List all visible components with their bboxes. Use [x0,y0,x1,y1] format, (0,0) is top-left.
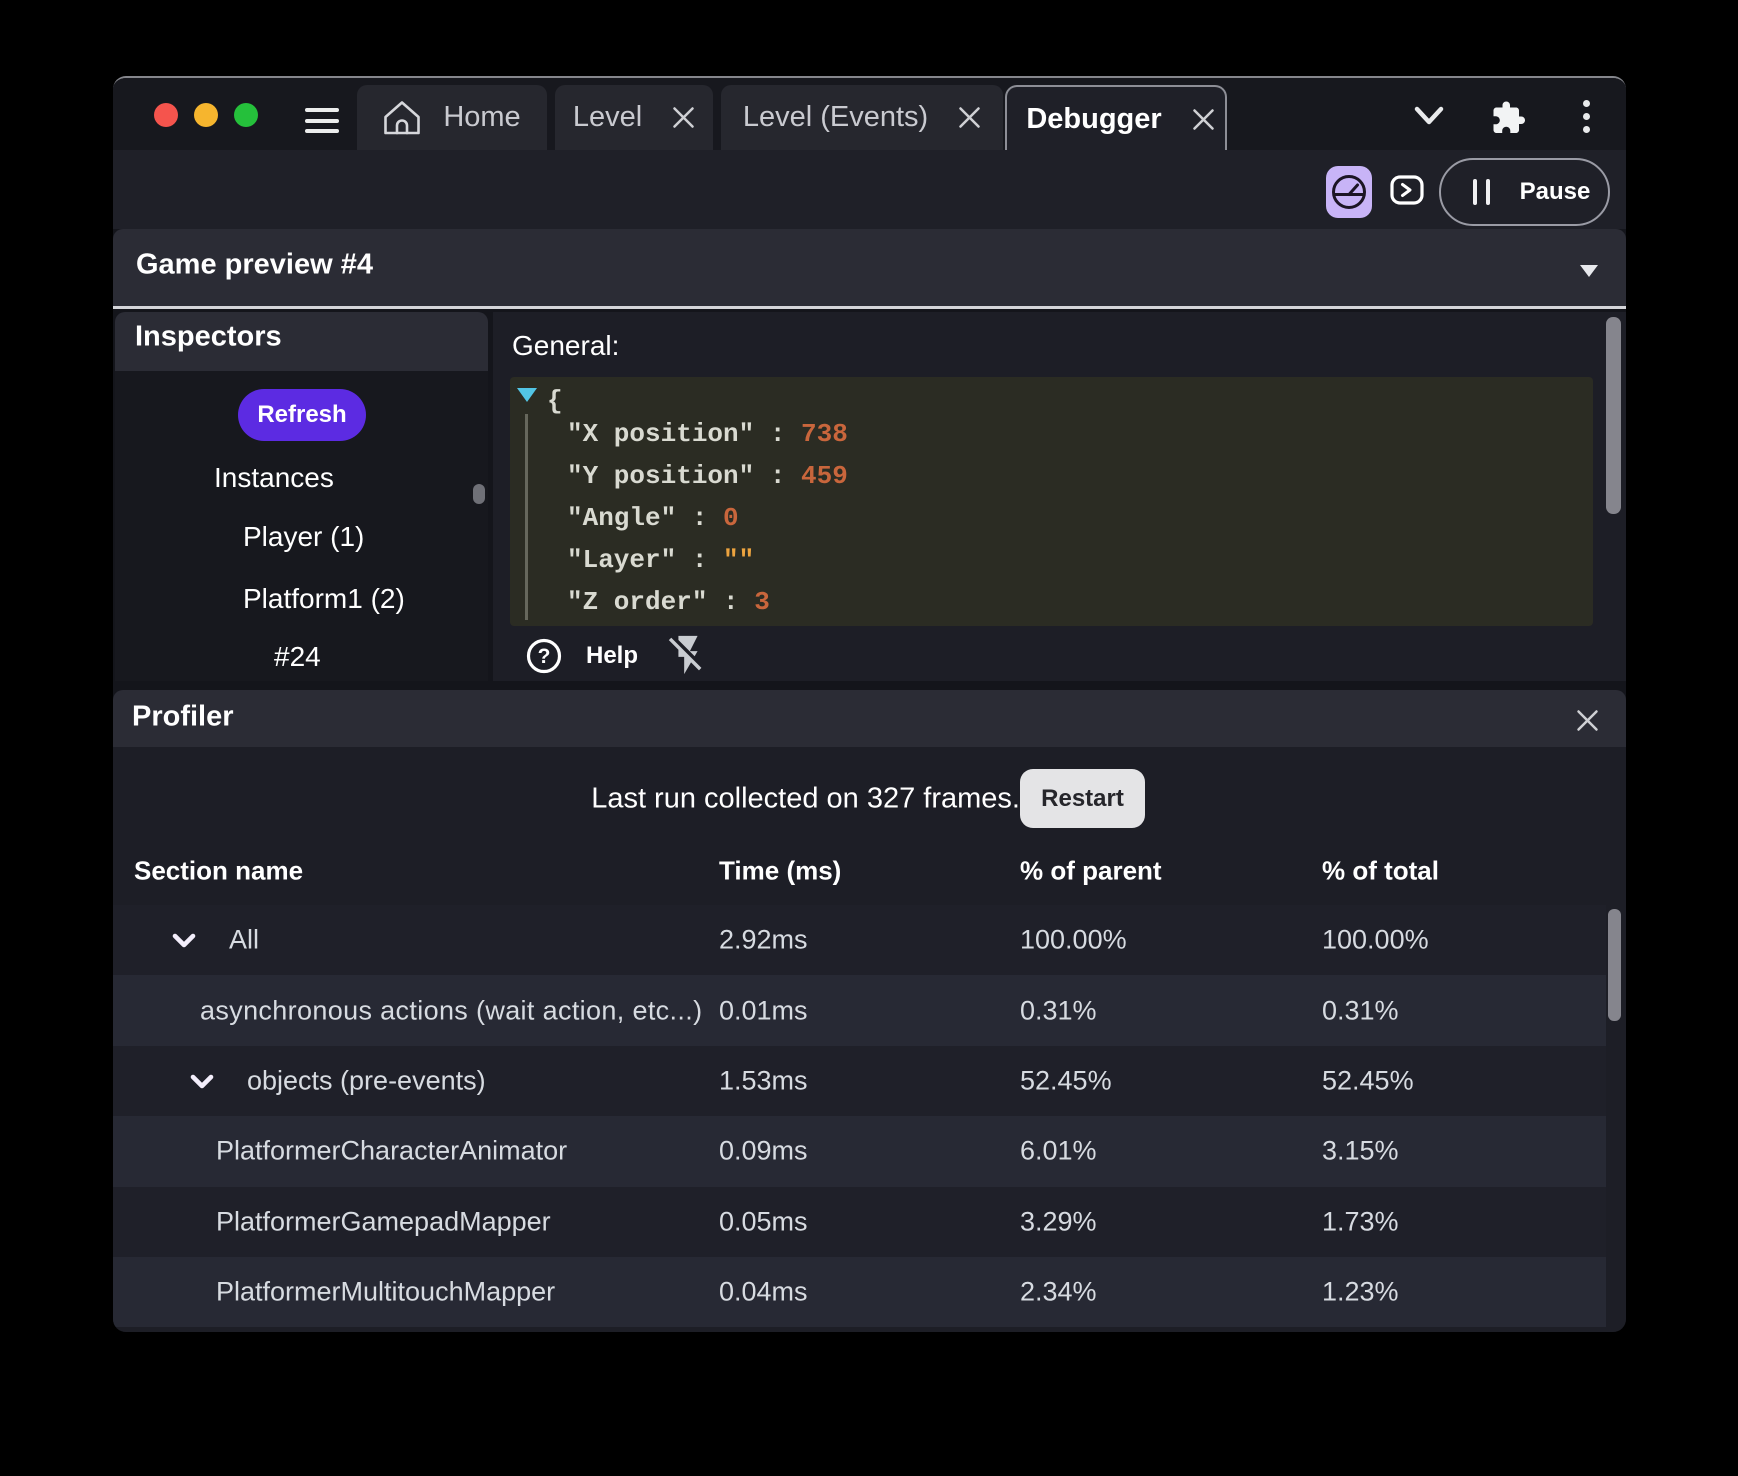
svg-text:?: ? [538,645,551,668]
